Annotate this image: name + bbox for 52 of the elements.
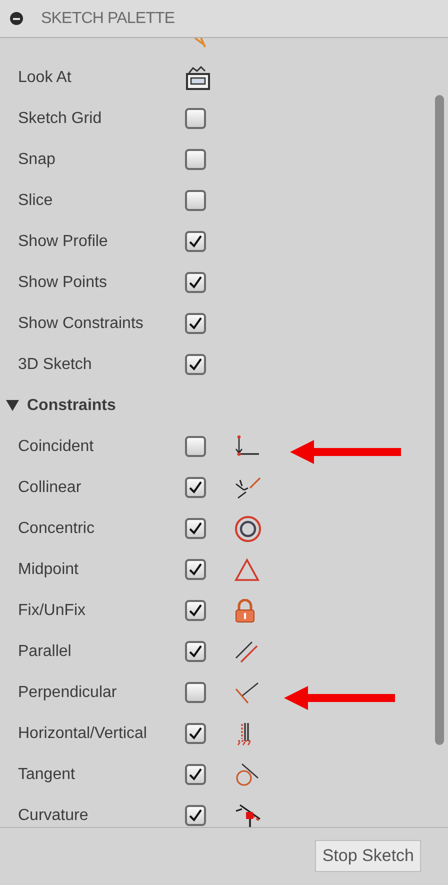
- tangent-icon: [234, 762, 260, 788]
- checkbox[interactable]: [185, 641, 206, 662]
- option-label: Collinear: [18, 478, 82, 498]
- checkbox[interactable]: [185, 518, 206, 539]
- checkbox[interactable]: [185, 313, 206, 334]
- option-label: Show Constraints: [18, 314, 144, 334]
- checkbox[interactable]: [185, 682, 206, 703]
- concentric-icon: [234, 514, 262, 542]
- option-label: Slice: [18, 190, 54, 210]
- checkbox[interactable]: [185, 600, 206, 621]
- option-label: Show Profile: [18, 232, 109, 252]
- checkbox[interactable]: [185, 436, 206, 457]
- parallel-lines-icon: [234, 640, 260, 664]
- checkbox[interactable]: [185, 477, 206, 498]
- curvature-icon: [234, 802, 262, 827]
- option-label: Perpendicular: [18, 682, 118, 702]
- palette-title: SKETCH PALETTE: [41, 8, 175, 28]
- option-label: Tangent: [18, 764, 76, 784]
- coincident-icon: [234, 434, 260, 458]
- option-label: Fix/UnFix: [18, 600, 87, 620]
- stop-sketch-button[interactable]: Stop Sketch: [315, 840, 421, 872]
- option-label: Snap: [18, 150, 56, 170]
- checkbox[interactable]: [185, 354, 206, 375]
- option-label: Curvature: [18, 806, 90, 826]
- collinear-icon: [234, 476, 262, 500]
- option-label: Midpoint: [18, 560, 80, 580]
- option-label: Look At: [18, 68, 72, 88]
- perpendicular-icon: [234, 680, 260, 704]
- checkbox[interactable]: [185, 805, 206, 826]
- triangle-icon: [234, 558, 260, 582]
- option-label: Sketch Grid: [18, 108, 103, 128]
- option-label: Show Points: [18, 272, 108, 292]
- scrollbar-thumb[interactable]: [435, 95, 444, 745]
- option-label: Concentric: [18, 518, 96, 538]
- constraints-section-header[interactable]: Constraints: [0, 385, 432, 426]
- checkbox[interactable]: [185, 231, 206, 252]
- lock-icon: [234, 598, 256, 622]
- checkbox[interactable]: [185, 272, 206, 293]
- checkbox[interactable]: [185, 190, 206, 211]
- checkbox[interactable]: [185, 723, 206, 744]
- checkbox[interactable]: [185, 108, 206, 129]
- option-label: Horizontal/Vertical: [18, 724, 148, 744]
- checkbox[interactable]: [185, 559, 206, 580]
- construction-icon: [193, 38, 209, 48]
- look-at-icon[interactable]: [185, 64, 211, 90]
- option-label: 3D Sketch: [18, 354, 93, 374]
- option-label: Parallel: [18, 642, 72, 662]
- checkbox[interactable]: [185, 764, 206, 785]
- option-label: Coincident: [18, 436, 95, 456]
- checkbox[interactable]: [185, 149, 206, 170]
- collapse-button[interactable]: [10, 12, 23, 25]
- caret-icon: [6, 400, 19, 411]
